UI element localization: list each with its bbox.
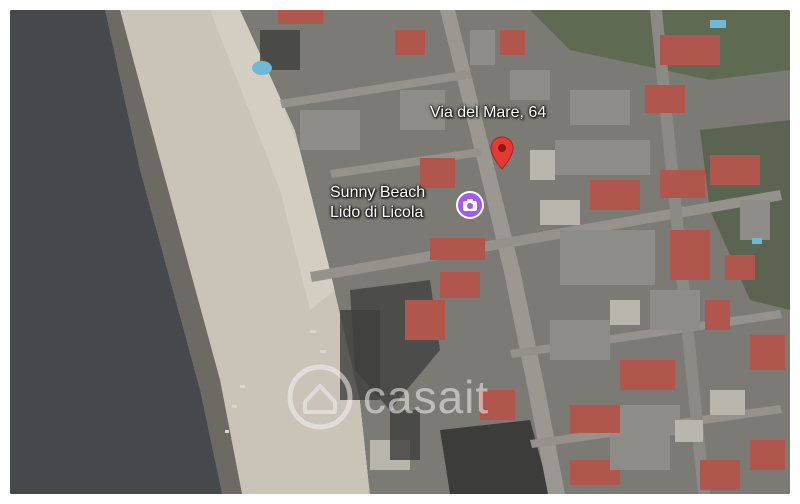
address-label: Via del Mare, 64 bbox=[430, 104, 547, 121]
location-pin-icon[interactable] bbox=[490, 136, 514, 170]
poi-label-line2: Lido di Licola bbox=[330, 204, 424, 221]
map-viewport[interactable]: Via del Mare, 64 Sunny Beach Lido di Lic… bbox=[10, 10, 790, 494]
satellite-imagery bbox=[10, 10, 790, 494]
poi-label-line1: Sunny Beach bbox=[330, 184, 426, 201]
camera-icon[interactable] bbox=[455, 190, 485, 220]
